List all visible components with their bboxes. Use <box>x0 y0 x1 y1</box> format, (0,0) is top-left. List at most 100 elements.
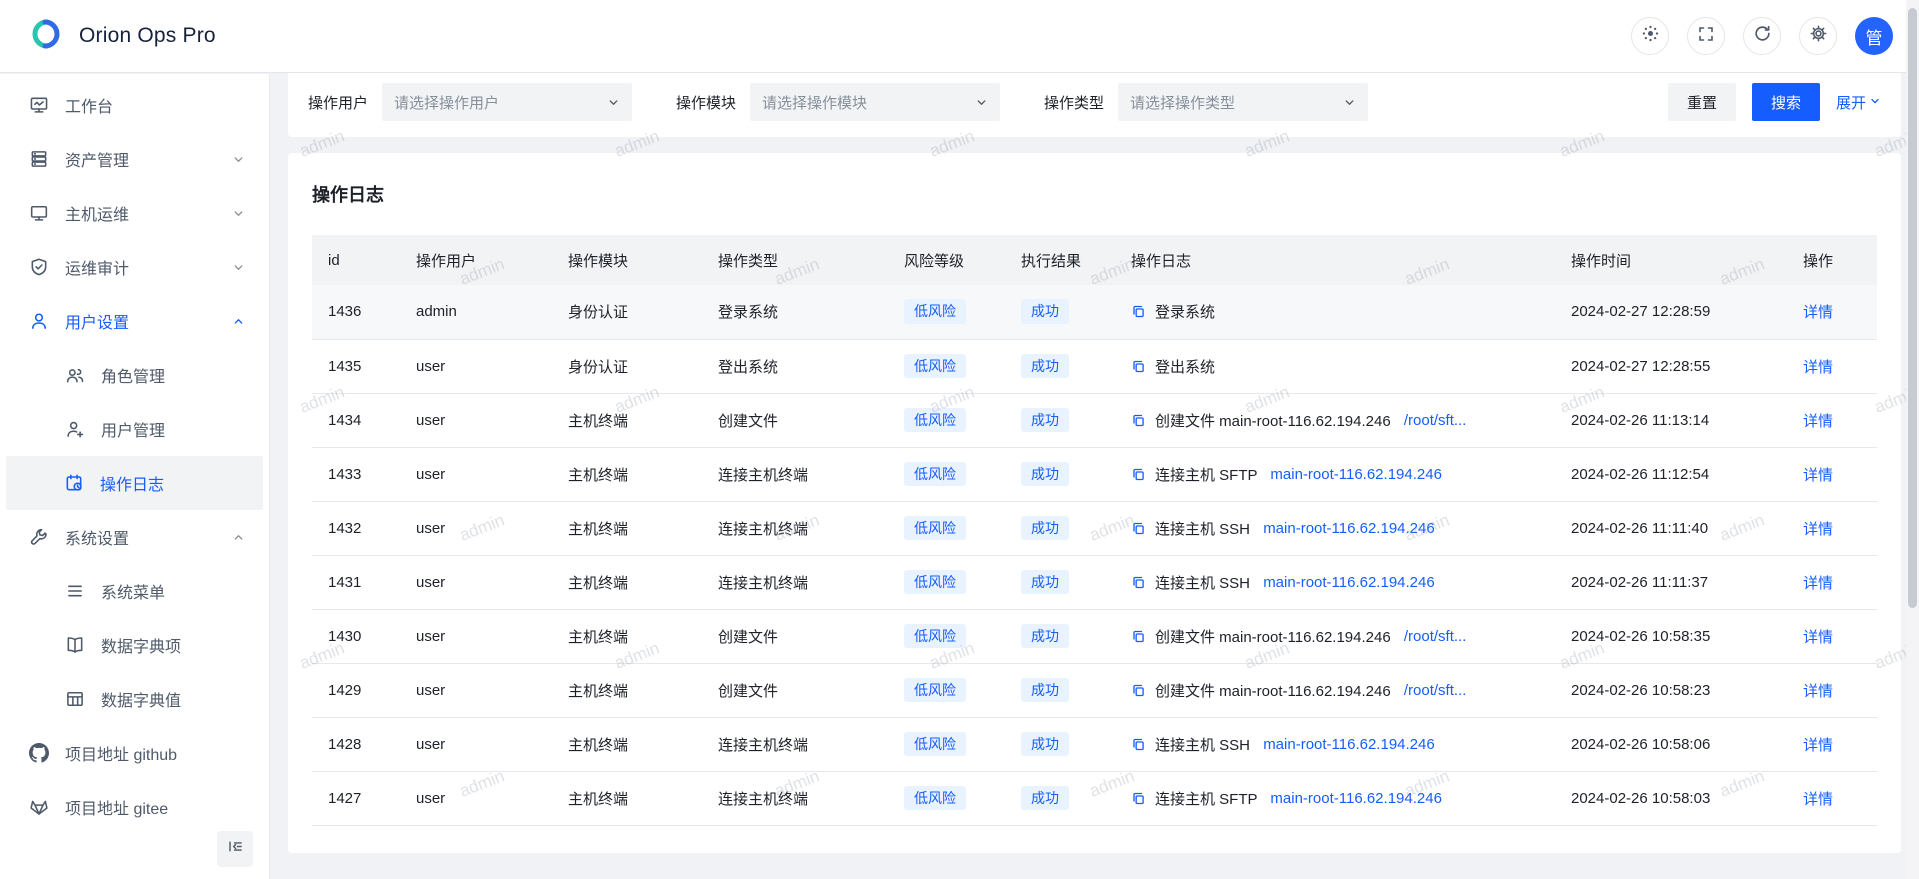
result-badge: 成功 <box>1021 299 1069 324</box>
copy-icon[interactable] <box>1131 304 1146 319</box>
copy-icon[interactable] <box>1131 359 1146 374</box>
operation-type-select[interactable]: 请选择操作类型 <box>1118 83 1368 121</box>
column-header: 操作日志 <box>1115 235 1555 285</box>
cell-id: 1430 <box>312 609 400 663</box>
detail-link[interactable]: 详情 <box>1803 575 1833 592</box>
gear-icon <box>1809 24 1828 48</box>
risk-badge: 低风险 <box>904 786 966 811</box>
detail-link[interactable]: 详情 <box>1803 521 1833 538</box>
risk-badge: 低风险 <box>904 516 966 541</box>
sidebar-collapse-button[interactable] <box>217 831 253 867</box>
sidebar-item-github[interactable]: 项目地址 github <box>1 726 268 780</box>
log-cell: 连接主机 SSH main-root-116.62.194.246 <box>1131 572 1539 593</box>
copy-icon[interactable] <box>1131 413 1146 428</box>
result-badge: 成功 <box>1021 624 1069 649</box>
settings-button[interactable] <box>1799 17 1837 55</box>
sidebar-menu: 工作台 资产管理 主机运维 运维审计 用户设置 角色管理 用户管理 操作日志 系… <box>0 78 269 834</box>
field-label: 操作类型 <box>1044 92 1104 113</box>
copy-icon[interactable] <box>1131 467 1146 482</box>
shield-icon <box>29 257 49 277</box>
cell-module: 主机终端 <box>552 501 702 555</box>
detail-link[interactable]: 详情 <box>1803 413 1833 430</box>
operation-user-select[interactable]: 请选择操作用户 <box>382 83 632 121</box>
detail-link[interactable]: 详情 <box>1803 304 1833 321</box>
sidebar-item-user-mgmt[interactable]: 用户管理 <box>1 402 268 456</box>
column-header: 操作 <box>1787 235 1877 285</box>
cell-type: 创建文件 <box>702 609 888 663</box>
search-button[interactable]: 搜索 <box>1752 83 1820 121</box>
dashboard-icon <box>29 95 49 115</box>
sidebar-item-assets[interactable]: 资产管理 <box>1 132 268 186</box>
copy-icon[interactable] <box>1131 791 1146 806</box>
log-link[interactable]: /root/sft... <box>1404 682 1467 699</box>
cell-id: 1429 <box>312 663 400 717</box>
select-placeholder: 请选择操作类型 <box>1130 92 1235 113</box>
sidebar-item-host-ops[interactable]: 主机运维 <box>1 186 268 240</box>
detail-link[interactable]: 详情 <box>1803 467 1833 484</box>
chevron-down-icon <box>1343 96 1356 109</box>
cell-module: 主机终端 <box>552 771 702 825</box>
copy-icon[interactable] <box>1131 683 1146 698</box>
detail-link[interactable]: 详情 <box>1803 791 1833 808</box>
log-link[interactable]: main-root-116.62.194.246 <box>1263 736 1435 753</box>
sidebar-item-user-settings[interactable]: 用户设置 <box>1 294 268 348</box>
risk-badge: 低风险 <box>904 732 966 757</box>
result-badge: 成功 <box>1021 408 1069 433</box>
cell-time: 2024-02-26 10:58:06 <box>1555 717 1787 771</box>
sidebar-item-dict-item[interactable]: 数据字典项 <box>1 618 268 672</box>
sidebar-item-op-log[interactable]: 操作日志 <box>6 456 263 510</box>
sidebar-item-label: 项目地址 gitee <box>65 795 246 819</box>
copy-icon[interactable] <box>1131 737 1146 752</box>
log-link[interactable]: main-root-116.62.194.246 <box>1270 790 1442 807</box>
copy-icon[interactable] <box>1131 521 1146 536</box>
log-cell: 登出系统 <box>1131 356 1539 377</box>
cell-id: 1428 <box>312 717 400 771</box>
theme-button[interactable] <box>1631 17 1669 55</box>
cell-time: 2024-02-27 12:28:55 <box>1555 339 1787 393</box>
sidebar-item-role-mgmt[interactable]: 角色管理 <box>1 348 268 402</box>
column-header: 风险等级 <box>888 235 1005 285</box>
cell-module: 身份认证 <box>552 339 702 393</box>
sidebar-item-workbench[interactable]: 工作台 <box>1 78 268 132</box>
operation-module-select[interactable]: 请选择操作模块 <box>750 83 1000 121</box>
cell-module: 主机终端 <box>552 393 702 447</box>
log-icon <box>64 473 84 493</box>
detail-link[interactable]: 详情 <box>1803 683 1833 700</box>
log-link[interactable]: /root/sft... <box>1404 628 1467 645</box>
sidebar-item-label: 系统设置 <box>65 525 216 549</box>
log-link[interactable]: main-root-116.62.194.246 <box>1263 520 1435 537</box>
copy-icon[interactable] <box>1131 575 1146 590</box>
cell-time: 2024-02-26 10:58:03 <box>1555 771 1787 825</box>
menu-icon <box>65 581 85 601</box>
content: 操作用户 请选择操作用户 操作模块 请选择操作模块 操作类型 <box>271 53 1919 853</box>
expand-toggle[interactable]: 展开 <box>1836 92 1881 113</box>
cell-time: 2024-02-26 11:13:14 <box>1555 393 1787 447</box>
log-text: 连接主机 SSH <box>1155 572 1254 593</box>
avatar[interactable]: 管 <box>1855 17 1893 55</box>
scrollbar-thumb[interactable] <box>1908 8 1917 608</box>
detail-link[interactable]: 详情 <box>1803 359 1833 376</box>
cell-user: user <box>400 663 552 717</box>
sidebar-item-sys-menu[interactable]: 系统菜单 <box>1 564 268 618</box>
refresh-button[interactable] <box>1743 17 1781 55</box>
detail-link[interactable]: 详情 <box>1803 737 1833 754</box>
app-logo: Orion Ops Pro <box>26 14 216 59</box>
sidebar-item-ops-audit[interactable]: 运维审计 <box>1 240 268 294</box>
fullscreen-button[interactable] <box>1687 17 1725 55</box>
copy-icon[interactable] <box>1131 629 1146 644</box>
refresh-icon <box>1753 24 1772 48</box>
table-row: 1430 user 主机终端 创建文件 低风险 成功 创建文件 main-roo… <box>312 609 1877 663</box>
cell-user: user <box>400 609 552 663</box>
log-link[interactable]: main-root-116.62.194.246 <box>1270 466 1442 483</box>
log-link[interactable]: main-root-116.62.194.246 <box>1263 574 1435 591</box>
result-badge: 成功 <box>1021 786 1069 811</box>
log-link[interactable]: /root/sft... <box>1404 412 1467 429</box>
reset-button[interactable]: 重置 <box>1668 83 1736 121</box>
sidebar-item-sys-settings[interactable]: 系统设置 <box>1 510 268 564</box>
column-header: 操作用户 <box>400 235 552 285</box>
column-header: 执行结果 <box>1005 235 1115 285</box>
sidebar-item-gitee[interactable]: 项目地址 gitee <box>1 780 268 834</box>
detail-link[interactable]: 详情 <box>1803 629 1833 646</box>
sidebar-item-dict-value[interactable]: 数据字典值 <box>1 672 268 726</box>
table-row: 1435 user 身份认证 登出系统 低风险 成功 登出系统 2024-02-… <box>312 339 1877 393</box>
